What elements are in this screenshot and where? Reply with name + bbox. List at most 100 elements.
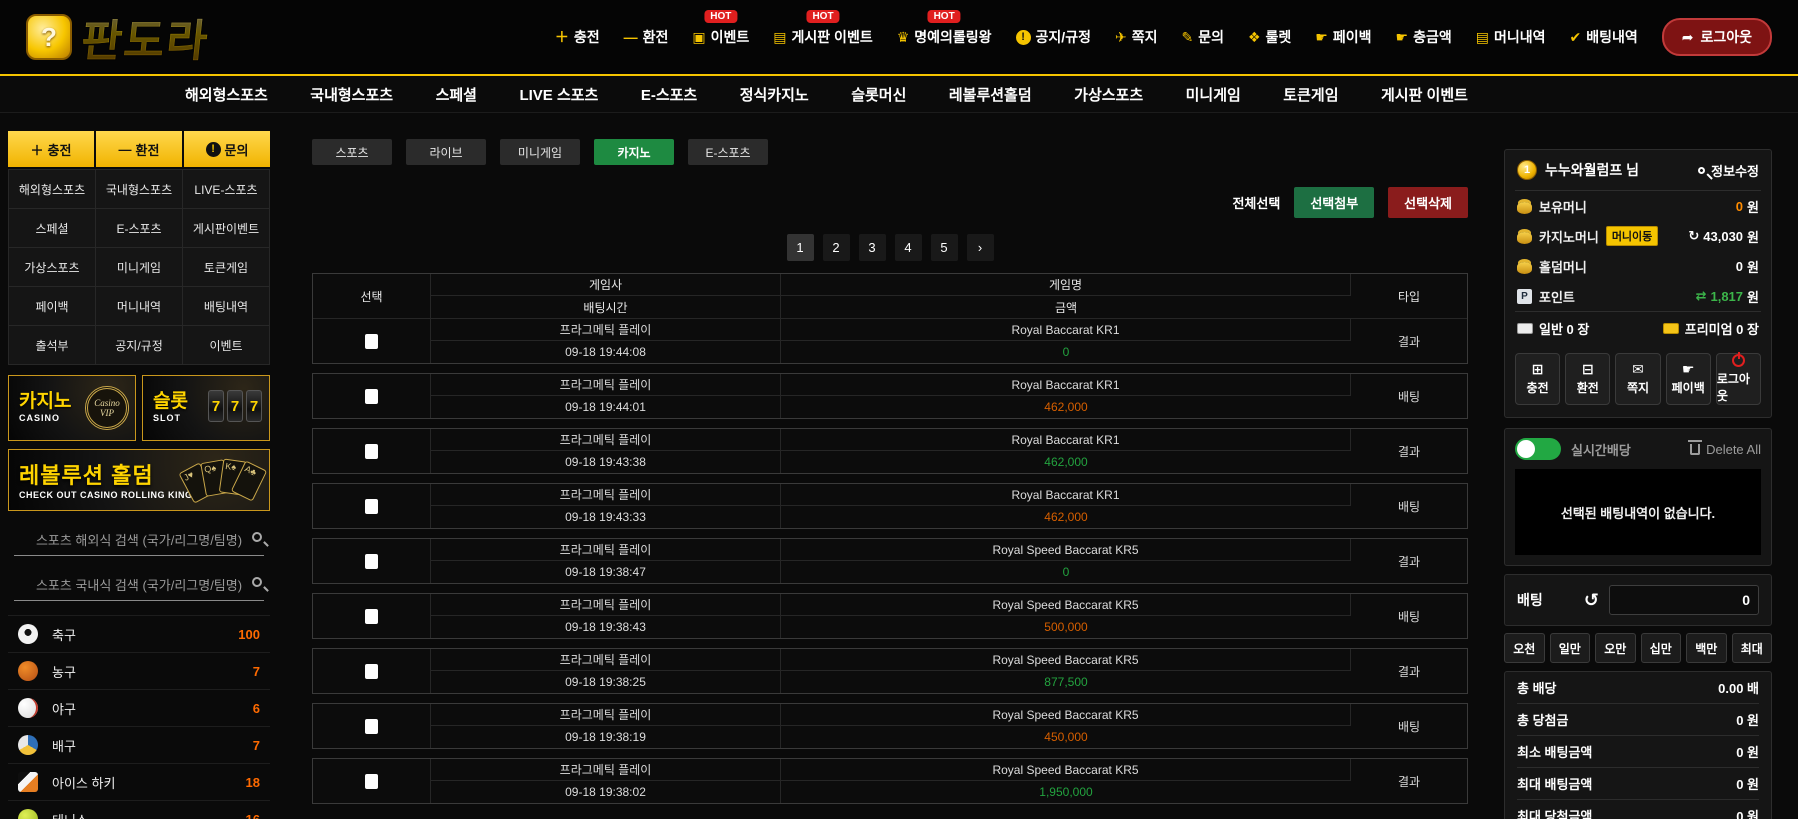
sidebar-item-배팅내역[interactable]: 배팅내역 [183,287,269,325]
nav-item-토큰게임[interactable]: 토큰게임 [1283,84,1338,105]
row-checkbox[interactable] [365,554,378,569]
edit-info-button[interactable]: 정보수정 [1698,161,1759,180]
logout-button[interactable]: ➦로그아웃 [1662,18,1772,56]
sport-row-테니스[interactable]: 테니스16 [8,800,270,819]
sidebar-item-이벤트[interactable]: 이벤트 [183,326,269,364]
nav-item-게시판 이벤트[interactable]: 게시판 이벤트 [1381,84,1468,105]
header-link-머니내역[interactable]: ▤머니내역 [1476,27,1546,47]
page-button-2[interactable]: 2 [823,234,850,261]
header-link-배팅내역[interactable]: ✔배팅내역 [1569,27,1637,47]
tab-스포츠[interactable]: 스포츠 [312,139,392,165]
sidebar-item-가상스포츠[interactable]: 가상스포츠 [9,248,95,286]
row-checkbox[interactable] [365,389,378,404]
quick-amount-백만[interactable]: 백만 [1686,633,1727,663]
search-overseas-input[interactable] [14,525,264,555]
header-link-페이백[interactable]: ☛페이백 [1315,27,1371,47]
header-link-문의[interactable]: ✎문의 [1181,27,1224,47]
nav-item-레볼루션홀덤[interactable]: 레볼루션홀덤 [949,84,1032,105]
sidebar-item-스페셜[interactable]: 스페셜 [9,209,95,247]
nav-item-미니게임[interactable]: 미니게임 [1186,84,1241,105]
tab-E-스포츠[interactable]: E-스포츠 [688,139,768,165]
panel-button-환전[interactable]: ⊟환전 [1565,353,1610,405]
sidebar-item-페이백[interactable]: 페이백 [9,287,95,325]
tab-미니게임[interactable]: 미니게임 [500,139,580,165]
refresh-icon[interactable]: ↺ [1584,590,1599,611]
nav-item-슬롯머신[interactable]: 슬롯머신 [851,84,906,105]
header-link-게시판 이벤트[interactable]: HOT▤게시판 이벤트 [773,27,872,47]
sport-row-야구[interactable]: 야구6 [8,689,270,726]
sport-row-배구[interactable]: 배구7 [8,726,270,763]
nav-item-국내형스포츠[interactable]: 국내형스포츠 [310,84,393,105]
header-link-충금액[interactable]: ☛충금액 [1396,27,1452,47]
cell-type: 배팅 [1351,594,1467,638]
nav-item-가상스포츠[interactable]: 가상스포츠 [1074,84,1143,105]
header-link-룰렛[interactable]: ❖룰렛 [1248,27,1291,47]
delete-selected-button[interactable]: 선택삭제 [1388,187,1468,218]
sidebar-item-국내형스포츠[interactable]: 국내형스포츠 [96,170,182,208]
tab-카지노[interactable]: 카지노 [594,139,674,165]
sidebar-item-미니게임[interactable]: 미니게임 [96,248,182,286]
sidebar-item-해외형스포츠[interactable]: 해외형스포츠 [9,170,95,208]
quick-amount-최대[interactable]: 최대 [1732,633,1773,663]
row-checkbox[interactable] [365,499,378,514]
tab-라이브[interactable]: 라이브 [406,139,486,165]
quick-amount-십만[interactable]: 십만 [1641,633,1682,663]
panel-button-쪽지[interactable]: ✉쪽지 [1615,353,1660,405]
header-link-쪽지[interactable]: ✈쪽지 [1115,27,1158,47]
sidebar-item-출석부[interactable]: 출석부 [9,326,95,364]
row-checkbox[interactable] [365,774,378,789]
header-link-충전[interactable]: ＋충전 [555,27,600,47]
sport-row-아이스 하키[interactable]: 아이스 하키18 [8,763,270,800]
sidebar-item-게시판이벤트[interactable]: 게시판이벤트 [183,209,269,247]
page-next-button[interactable]: › [967,234,994,261]
panel-button-로그아웃[interactable]: 로그아웃 [1716,353,1761,405]
page-button-1[interactable]: 1 [787,234,814,261]
search-icon[interactable] [252,577,262,587]
live-odds-toggle[interactable] [1515,438,1561,460]
sidebar-item-공지/규정[interactable]: 공지/규정 [96,326,182,364]
panel-button-충전[interactable]: ⊞충전 [1515,353,1560,405]
casino-banner[interactable]: 카지노 CASINO Casino VIP [8,375,136,441]
nav-item-스페셜[interactable]: 스페셜 [436,84,477,105]
search-icon[interactable] [252,532,262,542]
quick-button-충전[interactable]: ＋충전 [8,131,94,167]
panel-button-페이백[interactable]: ☛페이백 [1666,353,1711,405]
delete-all-button[interactable]: Delete All [1690,442,1761,457]
sport-row-농구[interactable]: 농구7 [8,652,270,689]
sidebar-item-토큰게임[interactable]: 토큰게임 [183,248,269,286]
search-domestic-input[interactable] [14,570,264,600]
money-move-button[interactable]: 머니이동 [1606,226,1658,246]
holdem-banner[interactable]: 레볼루션 홀덤 CHECK OUT CASINO ROLLING KING J♥… [8,449,270,511]
page-button-3[interactable]: 3 [859,234,886,261]
sidebar-item-머니내역[interactable]: 머니내역 [96,287,182,325]
nav-item-정식카지노[interactable]: 정식카지노 [740,84,809,105]
row-checkbox[interactable] [365,444,378,459]
quick-amount-오만[interactable]: 오만 [1595,633,1636,663]
user-action-buttons: ⊞충전⊟환전✉쪽지☛페이백로그아웃 [1505,345,1771,417]
quick-button-환전[interactable]: —환전 [96,131,182,167]
row-checkbox[interactable] [365,609,378,624]
header-link-공지/규정[interactable]: !공지/규정 [1016,27,1091,47]
quick-amount-일만[interactable]: 일만 [1550,633,1591,663]
page-button-4[interactable]: 4 [895,234,922,261]
sidebar-item-LIVE-스포츠[interactable]: LIVE-스포츠 [183,170,269,208]
header-link-환전[interactable]: —환전 [624,27,669,47]
select-all-button[interactable]: 전체선택 [1232,193,1280,212]
row-checkbox[interactable] [365,664,378,679]
slot-banner[interactable]: 슬롯 SLOT 777 [142,375,270,441]
row-checkbox[interactable] [365,334,378,349]
quick-button-문의[interactable]: !문의 [184,131,270,167]
site-logo[interactable]: ? 판도라 [26,5,209,69]
sport-row-축구[interactable]: 축구100 [8,615,270,652]
nav-item-해외형스포츠[interactable]: 해외형스포츠 [185,84,268,105]
bet-amount-input[interactable] [1609,585,1759,615]
page-button-5[interactable]: 5 [931,234,958,261]
attach-selected-button[interactable]: 선택첨부 [1294,187,1374,218]
sidebar-item-E-스포츠[interactable]: E-스포츠 [96,209,182,247]
row-checkbox[interactable] [365,719,378,734]
header-link-이벤트[interactable]: HOT▣이벤트 [692,27,749,47]
nav-item-LIVE 스포츠[interactable]: LIVE 스포츠 [519,84,598,105]
header-link-명예의롤링왕[interactable]: HOT♛명예의롤링왕 [897,27,992,47]
quick-amount-오천[interactable]: 오천 [1504,633,1545,663]
nav-item-E-스포츠[interactable]: E-스포츠 [641,84,697,105]
